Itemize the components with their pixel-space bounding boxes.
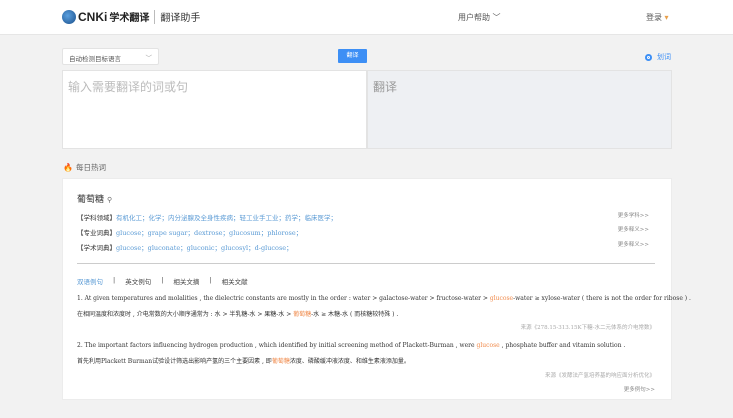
logo-cn: 学术翻译 xyxy=(109,13,150,24)
hot-word: 葡萄糖 ⚲ xyxy=(77,192,112,205)
tab-separator: | xyxy=(113,276,116,284)
tab-bilingual-examples[interactable]: 双语例句 xyxy=(77,276,103,286)
text: -water ≥ xylose-water ( there is not the… xyxy=(513,295,691,302)
word-select-label: 划词 xyxy=(657,53,671,61)
hot-word-text[interactable]: 葡萄糖 xyxy=(77,195,104,205)
globe-logo-icon xyxy=(62,9,76,24)
hot-title-label: 每日热词 xyxy=(75,163,106,172)
example-en-2: 2. The important factors influencing hyd… xyxy=(77,342,625,349)
tab-separator: | xyxy=(209,276,212,284)
hot-word-card: 葡萄糖 ⚲ 【学科领域】有机化工；化学；内分泌腺及全身性疾病；轻工业手工业；药学；… xyxy=(62,178,691,400)
tab-separator: | xyxy=(161,276,164,284)
divider xyxy=(77,263,655,264)
text: 首先利用Plackett Burman试验设计筛选出影响产氢的三个主要因素 , … xyxy=(77,358,272,365)
radio-icon xyxy=(645,53,652,61)
header: CNKi 学术翻译 翻译助手 用户帮助 ﹀ 登录 ▾ xyxy=(0,0,733,35)
row-value[interactable]: 有机化工；化学；内分泌腺及全身性疾病；轻工业手工业；药学；临床医学； xyxy=(116,214,337,222)
more-subjects-link[interactable]: 更多学科>> xyxy=(618,211,649,219)
text: 1. At given temperatures and molalities … xyxy=(77,295,490,302)
text: -水 ≥ 木糖-水 ( 而核糖较特殊 ) . xyxy=(311,311,399,318)
search-icon[interactable]: ⚲ xyxy=(107,196,112,204)
text: 在相同温度和浓度时 , 介电常数的大小顺序通常为 : 水 > 半乳糖-水 > 果… xyxy=(77,311,294,318)
pro-dict-row: 【专业词典】glucose；grape sugar；dextrose；gluco… xyxy=(77,227,302,237)
text: 浓度、磷酸缓冲液浓度、和维生素液添加量。 xyxy=(289,358,410,365)
chevron-down-icon: ﹀ xyxy=(145,54,153,62)
login-label: 登录 xyxy=(646,13,662,22)
more-examples-link[interactable]: 更多例句>> xyxy=(624,385,655,393)
user-help-label: 用户帮助 xyxy=(458,13,490,22)
tab-related-abstracts[interactable]: 相关文摘 xyxy=(173,276,199,286)
row-value[interactable]: glucose；gluconate；gluconic；glucosyl；d-gl… xyxy=(116,244,293,252)
caret-down-icon: ▾ xyxy=(664,13,669,22)
row-label: 【学术词典】 xyxy=(77,244,116,252)
login-menu[interactable]: 登录 ▾ xyxy=(646,12,669,23)
tab-related-literature[interactable]: 相关文献 xyxy=(222,276,248,286)
highlight: 葡萄糖 xyxy=(271,358,290,365)
tab-english-examples[interactable]: 英文例句 xyxy=(125,276,151,286)
highlight: 葡萄糖 xyxy=(293,311,312,318)
example-source-2[interactable]: 来源《发酵法产氢培养基的响应面分析优化》 xyxy=(545,371,655,379)
daily-hot-words-heading: 🔥 每日热词 xyxy=(63,162,106,173)
example-tabs: 双语例句 | 英文例句 | 相关文摘 | 相关文献 xyxy=(77,276,248,286)
highlight: glucose xyxy=(476,342,500,349)
logo-text: CNKi xyxy=(78,9,108,24)
more-meanings-link[interactable]: 更多释义>> xyxy=(618,240,649,248)
logo[interactable]: CNKi 学术翻译 翻译助手 xyxy=(62,9,200,24)
example-cn-1: 在相同温度和浓度时 , 介电常数的大小顺序通常为 : 水 > 半乳糖-水 > 果… xyxy=(77,309,398,318)
example-en-1: 1. At given temperatures and molalities … xyxy=(77,295,691,302)
language-select-value: 自动检测目标语言 xyxy=(69,55,121,63)
row-value[interactable]: glucose；grape sugar；dextrose；glucosum；ph… xyxy=(116,229,302,237)
row-label: 【专业词典】 xyxy=(77,229,116,237)
text: 2. The important factors influencing hyd… xyxy=(77,342,477,349)
target-language-select[interactable]: 自动检测目标语言 ﹀ xyxy=(62,48,159,65)
word-select-toggle[interactable]: 划词 xyxy=(645,52,671,62)
academic-dict-row: 【学术词典】glucose；gluconate；gluconic；glucosy… xyxy=(77,242,293,252)
flame-icon: 🔥 xyxy=(63,163,73,172)
translation-output: 翻译 xyxy=(367,70,672,149)
example-source-1[interactable]: 来源《278.15-313.15K下糖-水二元体系的介电常数》 xyxy=(521,323,655,331)
subject-row: 【学科领域】有机化工；化学；内分泌腺及全身性疾病；轻工业手工业；药学；临床医学； xyxy=(77,212,337,222)
row-label: 【学科领域】 xyxy=(77,214,116,222)
source-text-input[interactable]: 输入需要翻译的词或句 xyxy=(62,70,367,149)
more-meanings-link[interactable]: 更多释义>> xyxy=(618,225,649,233)
text: , phosphate buffer and vitamin solution … xyxy=(499,342,626,349)
divider xyxy=(154,9,156,24)
chevron-down-icon: ﹀ xyxy=(492,13,501,22)
subtitle: 翻译助手 xyxy=(160,13,201,24)
example-cn-2: 首先利用Plackett Burman试验设计筛选出影响产氢的三个主要因素 , … xyxy=(77,356,410,365)
translate-button[interactable]: 翻译 xyxy=(338,49,367,63)
highlight: glucose xyxy=(489,295,514,302)
user-help-menu[interactable]: 用户帮助 ﹀ xyxy=(458,12,501,23)
